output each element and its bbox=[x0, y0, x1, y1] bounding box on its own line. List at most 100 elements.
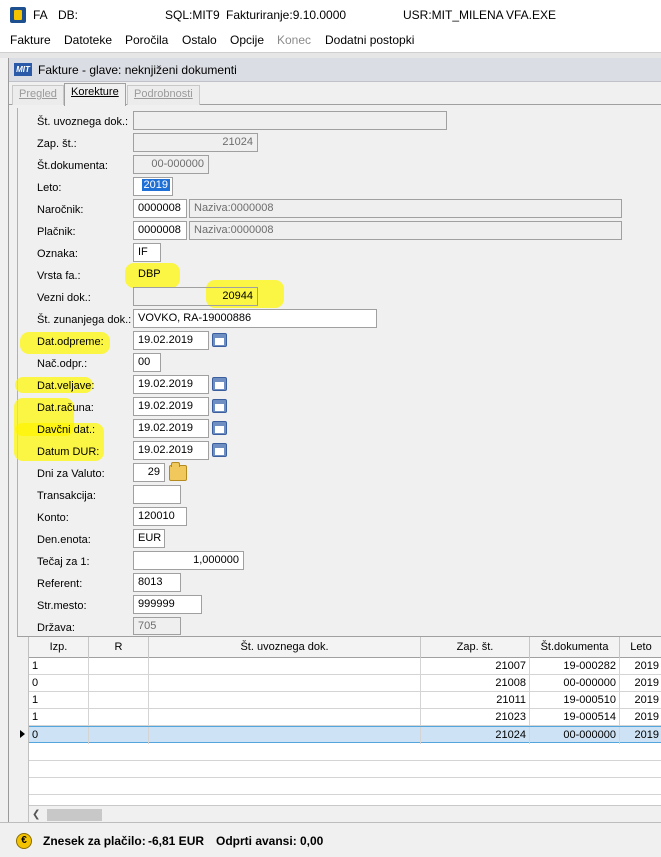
cell-st-uvoznega-dok bbox=[149, 692, 421, 709]
den-enota-field[interactable]: EUR bbox=[133, 529, 165, 548]
column-header-r[interactable]: R bbox=[89, 637, 149, 658]
child-window-title: Fakture - glave: neknjiženi dokumenti bbox=[38, 63, 237, 77]
cell-r bbox=[89, 675, 149, 692]
tab-podrobnosti[interactable]: Podrobnosti bbox=[127, 85, 200, 105]
euro-coin-icon: € bbox=[16, 833, 32, 849]
cell-leto: 2019 bbox=[634, 729, 659, 741]
placnik-name-field[interactable]: Naziva:0000008 bbox=[189, 221, 622, 240]
zap-st-field[interactable]: 21024 bbox=[133, 133, 258, 152]
davcni-dat-field[interactable]: 19.02.2019 bbox=[133, 419, 209, 438]
menu-datoteke[interactable]: Datoteke bbox=[64, 33, 112, 47]
exe-name: VFA.EXE bbox=[506, 8, 557, 22]
cell-izp: 0 bbox=[29, 675, 89, 692]
tab-pregled[interactable]: Pregled bbox=[12, 85, 64, 105]
label-dat-veljave: Dat.veljave: bbox=[37, 380, 95, 392]
table-row-empty bbox=[29, 744, 661, 761]
cell-izp: 1 bbox=[29, 658, 89, 675]
title-bar: FA DB: SQL:MIT9 Fakturiranje:9.10.0000 U… bbox=[0, 0, 661, 30]
table-row[interactable]: 1 21011 19-000510 2019 bbox=[29, 692, 661, 709]
tab-korekture[interactable]: Korekture bbox=[64, 83, 126, 106]
scrollbar-thumb[interactable] bbox=[47, 809, 102, 821]
grid-header: Izp. R Št. uvoznega dok. Zap. št. Št.dok… bbox=[29, 637, 661, 658]
leto-field[interactable]: 2019 bbox=[133, 177, 173, 196]
dat-veljave-field[interactable]: 19.02.2019 bbox=[133, 375, 209, 394]
label-leto: Leto: bbox=[37, 182, 62, 194]
mit-logo-icon: MIT bbox=[14, 63, 32, 76]
calendar-icon[interactable] bbox=[212, 377, 227, 391]
znesek-label: Znesek za plačilo: bbox=[43, 834, 146, 848]
vrsta-fa-field[interactable]: DBP bbox=[133, 265, 165, 284]
calendar-icon[interactable] bbox=[212, 333, 227, 347]
cell-st-uvoznega-dok bbox=[149, 675, 421, 692]
calendar-icon[interactable] bbox=[212, 399, 227, 413]
menu-konec[interactable]: Konec bbox=[277, 33, 311, 47]
menu-dodatni-postopki[interactable]: Dodatni postopki bbox=[325, 33, 414, 47]
label-transakcija: Transakcija: bbox=[37, 490, 96, 502]
cell-zap-st: 21024 bbox=[421, 727, 530, 744]
label-zap-st: Zap. št.: bbox=[37, 138, 77, 150]
column-header-leto[interactable]: Leto bbox=[620, 637, 661, 658]
folder-icon[interactable] bbox=[169, 462, 187, 481]
cell-leto: 2019 bbox=[634, 711, 659, 723]
menu-porocila[interactable]: Poročila bbox=[125, 33, 168, 47]
referent-field[interactable]: 8013 bbox=[133, 573, 181, 592]
documents-grid: Izp. R Št. uvoznega dok. Zap. št. Št.dok… bbox=[17, 636, 661, 823]
form-area: Št. uvoznega dok.: Zap. št.: 21024 Št.do… bbox=[14, 108, 661, 636]
menu-opcije[interactable]: Opcije bbox=[230, 33, 264, 47]
column-header-st-dokumenta[interactable]: Št.dokumenta bbox=[530, 637, 620, 658]
label-narocnik: Naročnik: bbox=[37, 204, 84, 216]
label-st-dokumenta: Št.dokumenta: bbox=[37, 160, 108, 172]
label-nac-odpr: Nač.odpr.: bbox=[37, 358, 88, 370]
app-name: FA bbox=[33, 8, 48, 22]
cell-leto: 2019 bbox=[634, 694, 659, 706]
cell-r bbox=[89, 692, 149, 709]
status-bar: € Znesek za plačilo: -6,81 EUR Odprti av… bbox=[0, 822, 661, 857]
calendar-icon[interactable] bbox=[212, 421, 227, 435]
transakcija-field[interactable] bbox=[133, 485, 181, 504]
app-version: Fakturiranje:9.10.0000 bbox=[226, 8, 347, 22]
drzava-field[interactable]: 705 bbox=[133, 617, 181, 635]
dat-racuna-field[interactable]: 19.02.2019 bbox=[133, 397, 209, 416]
label-vrsta-fa: Vrsta fa.: bbox=[37, 270, 81, 282]
horizontal-scrollbar[interactable]: ❮ bbox=[29, 805, 661, 823]
column-header-zap-st[interactable]: Zap. št. bbox=[421, 637, 530, 658]
placnik-code-field[interactable]: 0000008 bbox=[133, 221, 187, 240]
st-dokumenta-field[interactable]: 00-000000 bbox=[133, 155, 209, 174]
st-zunanjega-dok-field[interactable]: VOVKO, RA-19000886 bbox=[133, 309, 377, 328]
dni-za-valuto-field[interactable]: 29 bbox=[133, 463, 165, 482]
cell-st-uvoznega-dok bbox=[149, 709, 421, 726]
tecaj-field[interactable]: 1,000000 bbox=[133, 551, 244, 570]
vezni-dok-field[interactable]: 20944 bbox=[133, 287, 258, 306]
dat-odpreme-field[interactable]: 19.02.2019 bbox=[133, 331, 209, 350]
datum-dur-field[interactable]: 19.02.2019 bbox=[133, 441, 209, 460]
column-header-izp[interactable]: Izp. bbox=[29, 637, 89, 658]
cell-zap-st: 21023 bbox=[421, 709, 530, 726]
column-header-st-uvoznega-dok[interactable]: Št. uvoznega dok. bbox=[149, 637, 421, 658]
scroll-left-arrow-icon[interactable]: ❮ bbox=[32, 809, 42, 821]
label-tecaj: Tečaj za 1: bbox=[37, 556, 90, 568]
table-row[interactable]: 1 21023 19-000514 2019 bbox=[29, 709, 661, 726]
menu-fakture[interactable]: Fakture bbox=[10, 33, 51, 47]
label-placnik: Plačnik: bbox=[37, 226, 76, 238]
menu-ostalo[interactable]: Ostalo bbox=[182, 33, 217, 47]
table-row[interactable]: 0 21008 00-000000 2019 bbox=[29, 675, 661, 692]
cell-st-uvoznega-dok bbox=[149, 727, 421, 744]
menu-bar: Fakture Datoteke Poročila Ostalo Opcije … bbox=[0, 30, 661, 52]
oznaka-field[interactable]: IF bbox=[133, 243, 161, 262]
str-mesto-field[interactable]: 999999 bbox=[133, 595, 202, 614]
st-uvoznega-dok-field[interactable] bbox=[133, 111, 447, 130]
table-row-empty bbox=[29, 778, 661, 795]
cell-st-uvoznega-dok bbox=[149, 658, 421, 675]
table-row[interactable]: 1 21007 19-000282 2019 bbox=[29, 658, 661, 675]
narocnik-name-field[interactable]: Naziva:0000008 bbox=[189, 199, 622, 218]
narocnik-code-field[interactable]: 0000008 bbox=[133, 199, 187, 218]
label-den-enota: Den.enota: bbox=[37, 534, 91, 546]
label-konto: Konto: bbox=[37, 512, 69, 524]
label-vezni-dok: Vezni dok.: bbox=[37, 292, 91, 304]
label-st-uvoznega-dok: Št. uvoznega dok.: bbox=[37, 116, 129, 128]
cell-st-dokumenta: 00-000000 bbox=[530, 727, 620, 744]
nac-odpr-field[interactable]: 00 bbox=[133, 353, 161, 372]
calendar-icon[interactable] bbox=[212, 443, 227, 457]
konto-field[interactable]: 120010 bbox=[133, 507, 187, 526]
table-row-selected[interactable]: 0 21024 00-000000 2019 bbox=[29, 726, 661, 744]
